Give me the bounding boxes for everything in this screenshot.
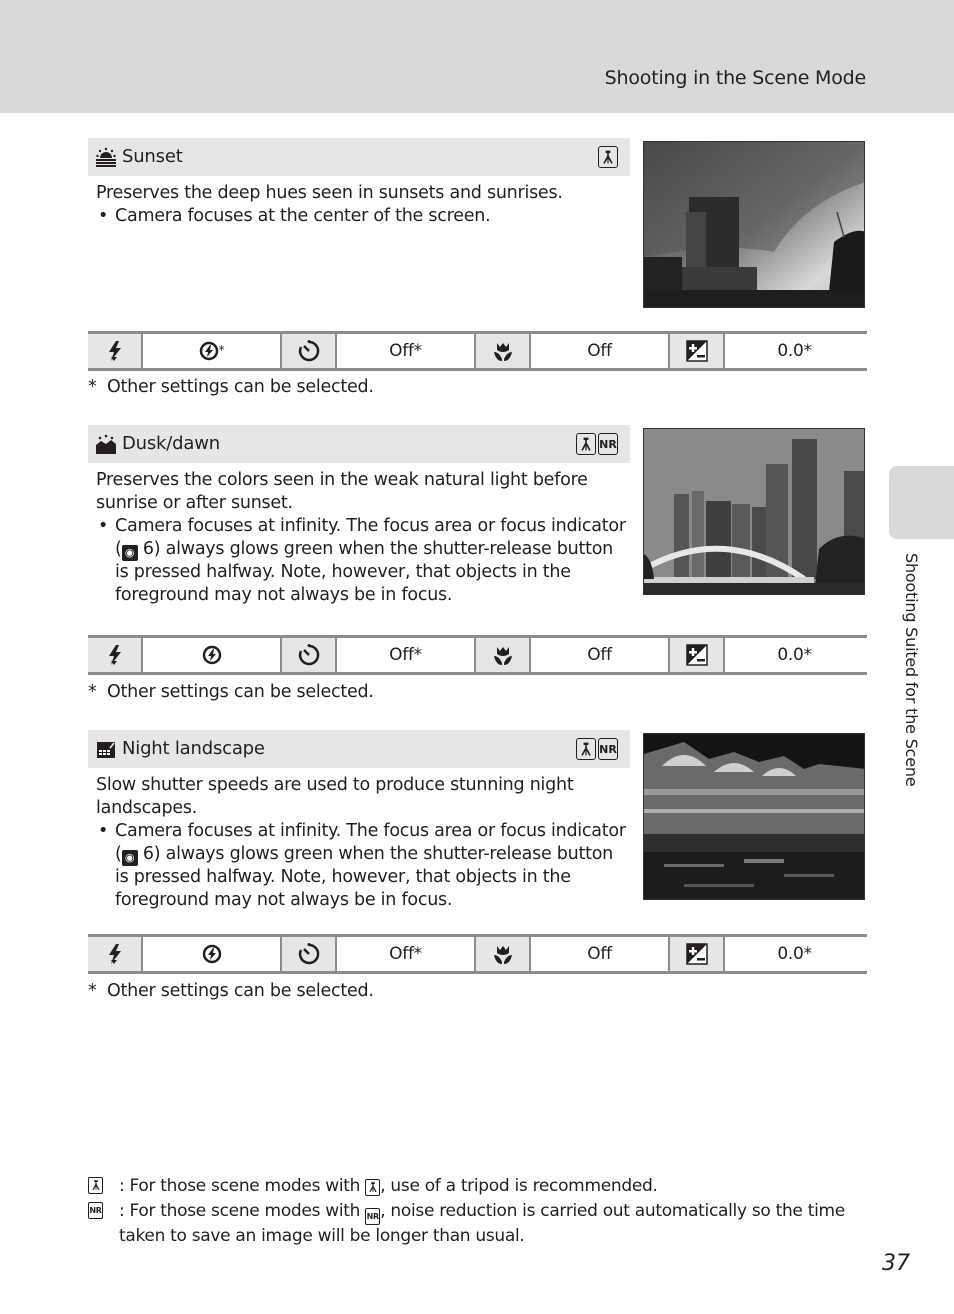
section-description: Slow shutter speeds are used to produce … xyxy=(96,774,626,912)
settings-note: * Other settings can be selected. xyxy=(88,682,374,702)
tripod-icon xyxy=(365,1179,381,1196)
night-landscape-photo xyxy=(643,733,865,900)
description-text: Preserves the colors seen in the weak na… xyxy=(96,470,588,513)
macro-mode-value: Off xyxy=(531,937,670,971)
self-timer-value: Off* xyxy=(337,638,476,672)
macro-mode-icon xyxy=(476,638,531,672)
exposure-compensation-icon xyxy=(670,334,725,368)
self-timer-value: Off* xyxy=(337,937,476,971)
exposure-compensation-icon xyxy=(670,638,725,672)
icon-legend: : For those scene modes with , use of a … xyxy=(88,1175,868,1248)
flash-mode-icon xyxy=(88,334,143,368)
default-settings-table: * Off* Off 0.0* xyxy=(88,331,867,371)
night-landscape-icon xyxy=(96,739,116,759)
exposure-compensation-value: 0.0* xyxy=(725,937,864,971)
page-number: 37 xyxy=(882,1251,910,1276)
running-header-title: Shooting in the Scene Mode xyxy=(604,67,867,89)
scene-section-sunset: Sunset Preserves the deep hues seen in s… xyxy=(88,138,867,318)
focus-indicator-ref-icon: ◉ xyxy=(121,850,138,866)
settings-note: * Other settings can be selected. xyxy=(88,981,374,1001)
exposure-compensation-value: 0.0* xyxy=(725,334,864,368)
tripod-icon xyxy=(576,738,596,760)
flash-off-icon xyxy=(202,944,222,964)
tripod-icon xyxy=(598,146,618,168)
macro-mode-icon xyxy=(476,937,531,971)
bullet-text: ) always glows green when the shutter-re… xyxy=(115,539,614,605)
legend-row-noise-reduction: NR: For those scene modes with NR, noise… xyxy=(88,1200,868,1248)
header-band xyxy=(0,0,954,113)
flash-mode-icon xyxy=(88,638,143,672)
section-description: Preserves the deep hues seen in sunsets … xyxy=(96,182,626,228)
section-header: Night landscape NR xyxy=(88,730,630,768)
bullet-text: Camera focuses at the center of the scre… xyxy=(115,206,491,226)
flash-mode-value: * xyxy=(143,334,282,368)
asterisk: * xyxy=(218,343,225,357)
sunset-icon xyxy=(96,147,116,167)
bullet-item: Camera focuses at the center of the scre… xyxy=(96,205,626,228)
note-asterisk: * xyxy=(88,682,97,702)
description-text: Slow shutter speeds are used to produce … xyxy=(96,775,574,818)
chapter-tab xyxy=(889,466,954,539)
self-timer-icon xyxy=(282,334,337,368)
noise-reduction-icon: NR xyxy=(88,1202,103,1219)
self-timer-icon xyxy=(282,638,337,672)
bullet-item: Camera focuses at infinity. The focus ar… xyxy=(96,515,626,607)
macro-mode-value: Off xyxy=(531,334,670,368)
legend-row-tripod: : For those scene modes with , use of a … xyxy=(88,1175,868,1198)
flash-off-icon xyxy=(199,341,219,361)
page-ref[interactable]: 6 xyxy=(143,539,154,559)
default-settings-table: Off* Off 0.0* xyxy=(88,635,867,675)
tripod-icon xyxy=(88,1177,103,1194)
tripod-icon xyxy=(576,433,596,455)
flash-mode-icon xyxy=(88,937,143,971)
flash-mode-value xyxy=(143,638,282,672)
scene-section-dusk-dawn: Dusk/dawn NR Preserves the colors seen i… xyxy=(88,425,867,625)
dusk-dawn-photo xyxy=(643,428,865,595)
section-header: Sunset xyxy=(88,138,630,176)
bullet-item: Camera focuses at infinity. The focus ar… xyxy=(96,820,626,912)
focus-indicator-ref-icon: ◉ xyxy=(121,545,138,561)
noise-reduction-icon: NR xyxy=(598,433,618,455)
chapter-tab-label: Shooting Suited for the Scene xyxy=(902,553,921,787)
noise-reduction-icon: NR xyxy=(365,1208,381,1225)
macro-mode-value: Off xyxy=(531,638,670,672)
legend-text: : For those scene modes with xyxy=(119,1176,366,1196)
self-timer-value: Off* xyxy=(337,334,476,368)
noise-reduction-icon: NR xyxy=(598,738,618,760)
note-text: Other settings can be selected. xyxy=(107,981,374,1001)
section-header: Dusk/dawn NR xyxy=(88,425,630,463)
flash-off-icon xyxy=(202,645,222,665)
bullet-text: ) always glows green when the shutter-re… xyxy=(115,844,614,910)
dusk-dawn-icon xyxy=(96,434,116,454)
section-description: Preserves the colors seen in the weak na… xyxy=(96,469,626,607)
sunset-photo xyxy=(643,141,865,308)
exposure-compensation-value: 0.0* xyxy=(725,638,864,672)
section-title: Dusk/dawn xyxy=(122,433,220,454)
flash-mode-value xyxy=(143,937,282,971)
section-title: Sunset xyxy=(122,146,183,167)
legend-text: , use of a tripod is recommended. xyxy=(380,1176,658,1196)
self-timer-icon xyxy=(282,937,337,971)
legend-text: : For those scene modes with xyxy=(119,1201,366,1221)
settings-note: * Other settings can be selected. xyxy=(88,377,374,397)
description-text: Preserves the deep hues seen in sunsets … xyxy=(96,183,563,203)
default-settings-table: Off* Off 0.0* xyxy=(88,934,867,974)
note-text: Other settings can be selected. xyxy=(107,377,374,397)
section-title: Night landscape xyxy=(122,738,265,759)
note-asterisk: * xyxy=(88,377,97,397)
exposure-compensation-icon xyxy=(670,937,725,971)
page-ref[interactable]: 6 xyxy=(143,844,154,864)
note-asterisk: * xyxy=(88,981,97,1001)
note-text: Other settings can be selected. xyxy=(107,682,374,702)
scene-section-night-landscape: Night landscape NR Slow shutter speeds a… xyxy=(88,730,867,930)
macro-mode-icon xyxy=(476,334,531,368)
